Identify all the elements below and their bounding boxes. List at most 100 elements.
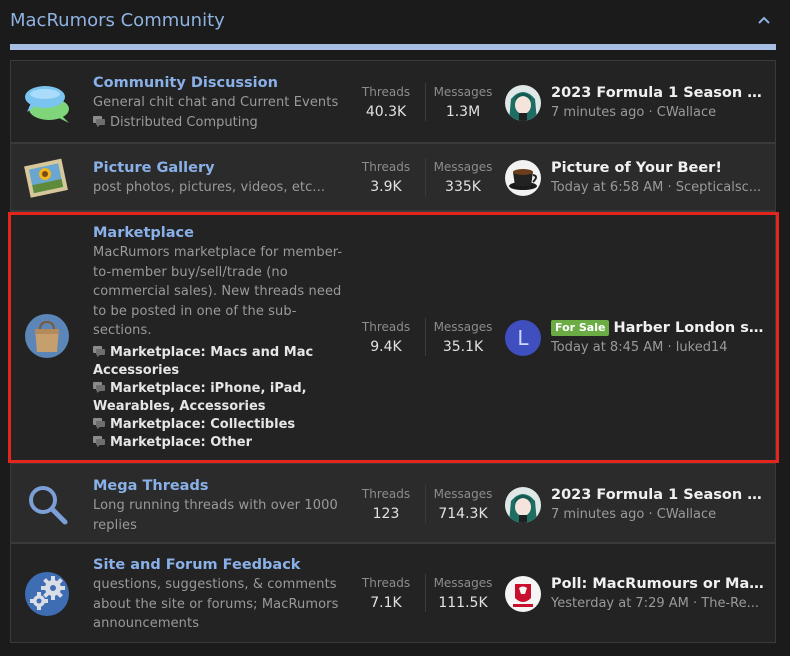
latest-thread-meta: Today at 8:45 AM · luked14 (551, 338, 765, 357)
meta-separator: · (663, 180, 676, 195)
threads-label: Threads (361, 576, 411, 590)
subforum-link[interactable]: Marketplace: Collectibles (93, 416, 358, 434)
threads-label: Threads (361, 85, 411, 99)
threads-label: Threads (361, 320, 411, 334)
threads-count: 3.9K (370, 179, 402, 195)
latest-thread-title[interactable]: 2023 Formula 1 Season thr... (551, 485, 765, 505)
threads-stat: Threads 3.9K (353, 158, 419, 198)
subforum-bubble-icon (93, 345, 105, 357)
latest-time[interactable]: Today at 8:45 AM (551, 340, 663, 355)
subforum-bubble-icon (93, 114, 105, 127)
stat-divider (425, 574, 426, 612)
latest-user[interactable]: CWallace (657, 105, 716, 120)
letter-avatar-icon[interactable]: L (505, 320, 541, 356)
subforum-label: Marketplace: Collectibles (110, 416, 296, 432)
stat-divider (425, 83, 426, 121)
gears-icon (23, 570, 71, 618)
meta-separator: · (644, 507, 657, 522)
latest-post: Picture of Your Beer! Today at 6:58 AM ·… (505, 158, 769, 198)
forum-node-site-feedback: Site and Forum Feedback questions, sugge… (10, 543, 776, 643)
latest-user[interactable]: luked14 (676, 340, 728, 355)
subforum-bubble-icon (93, 417, 105, 429)
shopping-bag-icon (23, 312, 71, 360)
anime-avatar-icon[interactable] (505, 487, 541, 523)
threads-count: 40.3K (365, 104, 407, 120)
meta-separator: · (663, 340, 676, 355)
messages-stat: Messages 1.3M (429, 83, 497, 123)
messages-label: Messages (433, 487, 493, 501)
liverpool-crest-avatar-icon[interactable] (505, 576, 541, 612)
latest-thread-title[interactable]: Picture of Your Beer! (551, 158, 765, 178)
latest-thread-title[interactable]: Poll: MacRumours or MacR... (551, 574, 765, 594)
node-description: Long running threads with over 1000 repl… (93, 498, 338, 533)
node-description: questions, suggestions, & comments about… (93, 577, 339, 631)
subforum-bubble-icon (93, 381, 105, 393)
subforum-link[interactable]: Marketplace: Macs and Mac Accessories (93, 344, 358, 380)
latest-thread-meta: Yesterday at 7:29 AM · The-Re... (551, 594, 765, 613)
messages-stat: Messages 714.3K (429, 485, 497, 525)
node-description: MacRumors marketplace for member-to-memb… (93, 245, 343, 338)
latest-time[interactable]: Yesterday at 7:29 AM (551, 596, 689, 611)
forum-node-mega-threads: Mega Threads Long running threads with o… (10, 463, 776, 543)
node-title[interactable]: Mega Threads (93, 476, 358, 496)
threads-stat: Threads 40.3K (353, 83, 419, 123)
threads-count: 9.4K (370, 339, 402, 355)
forum-node-marketplace: Marketplace MacRumors marketplace for me… (10, 211, 776, 463)
threads-stat: Threads 9.4K (353, 318, 419, 358)
node-title[interactable]: Community Discussion (93, 73, 358, 93)
subforum-link[interactable]: Marketplace: iPhone, iPad, Wearables, Ac… (93, 380, 358, 416)
subforum-label: Marketplace: Other (110, 434, 252, 450)
latest-thread-title[interactable]: 2023 Formula 1 Season thr... (551, 83, 765, 103)
latest-time[interactable]: 7 minutes ago (551, 105, 644, 120)
node-description: General chit chat and Current Events (93, 95, 339, 110)
node-title[interactable]: Site and Forum Feedback (93, 555, 358, 575)
forum-node-list: Community Discussion General chit chat a… (10, 60, 776, 644)
messages-label: Messages (433, 160, 493, 174)
subforum-bubble-icon (93, 435, 105, 447)
subforum-label: Distributed Computing (110, 114, 258, 130)
latest-thread-meta: 7 minutes ago · CWallace (551, 505, 765, 524)
category-accent-bar (10, 44, 776, 50)
node-title[interactable]: Picture Gallery (93, 158, 358, 178)
latest-user[interactable]: The-Re... (701, 596, 759, 611)
messages-count: 335K (445, 179, 481, 195)
stat-divider (425, 318, 426, 356)
meta-separator: · (688, 596, 702, 611)
forum-node-picture-gallery: Picture Gallery post photos, pictures, v… (10, 143, 776, 211)
latest-thread-title[interactable]: For Sale Harber London sli... (551, 318, 765, 338)
stat-divider (425, 485, 426, 523)
messages-label: Messages (433, 576, 493, 590)
latest-thread-title-text: Harber London sli... (613, 320, 765, 336)
category-header: MacRumors Community (0, 0, 790, 44)
latest-post: 2023 Formula 1 Season thr... 7 minutes a… (505, 83, 769, 123)
meta-separator: · (644, 105, 657, 120)
latest-time[interactable]: Today at 6:58 AM (551, 180, 663, 195)
anime-avatar-icon[interactable] (505, 85, 541, 121)
threads-label: Threads (361, 487, 411, 501)
stat-divider (425, 158, 426, 196)
messages-stat: Messages 335K (429, 158, 497, 198)
for-sale-prefix-badge[interactable]: For Sale (551, 320, 610, 336)
subforum-link[interactable]: Marketplace: Other (93, 434, 358, 452)
messages-count: 35.1K (442, 339, 484, 355)
node-title[interactable]: Marketplace (93, 223, 358, 243)
latest-post: Poll: MacRumours or MacR... Yesterday at… (505, 574, 769, 614)
coffee-cup-avatar-icon[interactable] (505, 160, 541, 196)
threads-stat: Threads 123 (353, 485, 419, 525)
threads-count: 7.1K (370, 595, 402, 611)
latest-post: 2023 Formula 1 Season thr... 7 minutes a… (505, 485, 769, 525)
subforum-label: Marketplace: iPhone, iPad, Wearables, Ac… (93, 380, 307, 414)
latest-user[interactable]: Scepticalsc... (676, 180, 761, 195)
latest-time[interactable]: 7 minutes ago (551, 507, 644, 522)
threads-count: 123 (372, 506, 400, 522)
messages-count: 714.3K (438, 506, 488, 522)
subforum-link[interactable]: Distributed Computing (93, 113, 358, 133)
latest-thread-meta: Today at 6:58 AM · Scepticalsc... (551, 178, 765, 197)
category-title[interactable]: MacRumors Community (10, 10, 225, 31)
subforum-label: Marketplace: Macs and Mac Accessories (93, 344, 314, 378)
latest-user[interactable]: CWallace (657, 507, 716, 522)
latest-post: L For Sale Harber London sli... Today at … (505, 318, 769, 358)
chevron-up-icon[interactable] (756, 12, 772, 28)
threads-stat: Threads 7.1K (353, 574, 419, 614)
latest-thread-meta: 7 minutes ago · CWallace (551, 103, 765, 122)
